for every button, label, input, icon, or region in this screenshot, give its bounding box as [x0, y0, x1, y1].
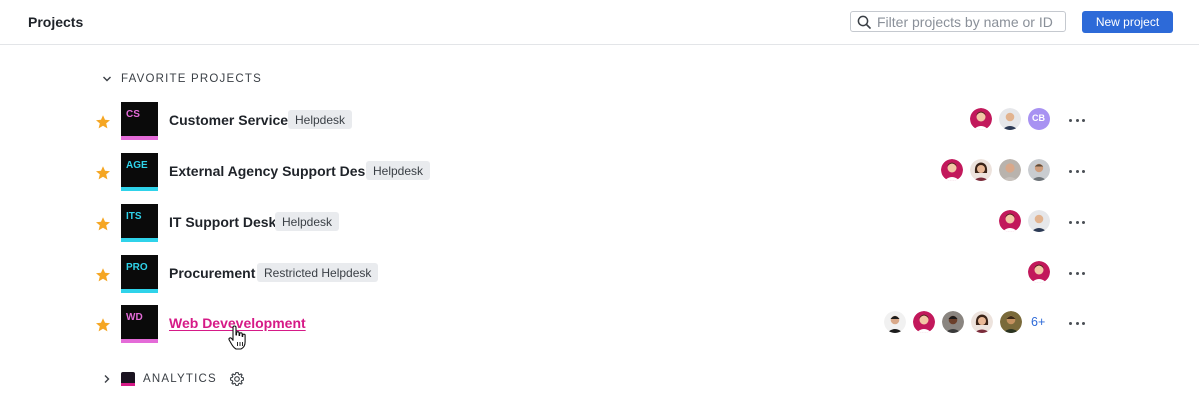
member-avatars — [1021, 261, 1050, 283]
avatar-initials[interactable]: CB — [1028, 108, 1050, 130]
project-name[interactable]: Customer Service — [169, 112, 288, 128]
project-type-tag: Helpdesk — [275, 212, 340, 231]
more-options-icon[interactable] — [1069, 319, 1085, 327]
avatar[interactable] — [999, 210, 1021, 232]
avatar-initials-text: CB — [1032, 113, 1045, 123]
project-icon-bar — [121, 289, 158, 293]
avatar[interactable] — [1028, 261, 1050, 283]
project-row[interactable]: PRO Procurement Restricted Helpdesk — [94, 255, 1094, 295]
more-options-icon[interactable] — [1069, 269, 1085, 277]
project-abbr: PRO — [126, 262, 148, 273]
avatar[interactable] — [999, 159, 1021, 181]
member-avatars: CB — [963, 108, 1050, 130]
star-icon[interactable] — [95, 114, 111, 130]
hand-pointer-cursor-icon — [228, 325, 246, 350]
avatar[interactable] — [971, 311, 993, 333]
favorites-section-toggle[interactable]: FAVORITE PROJECTS — [101, 73, 262, 85]
member-avatars — [992, 210, 1050, 232]
favorites-section-label: FAVORITE PROJECTS — [121, 73, 262, 85]
project-abbr: AGE — [126, 160, 148, 171]
project-icon: AGE — [121, 153, 158, 191]
chevron-right-icon — [101, 373, 113, 385]
project-row[interactable]: ITS IT Support Desk Helpdesk — [94, 204, 1094, 244]
chevron-down-icon — [101, 73, 113, 85]
project-row[interactable]: CS Customer Service Helpdesk CB — [94, 102, 1094, 142]
project-icon: WD — [121, 305, 158, 343]
star-icon[interactable] — [95, 216, 111, 232]
avatar[interactable] — [970, 108, 992, 130]
project-icon: PRO — [121, 255, 158, 293]
project-icon-bar — [121, 238, 158, 242]
gear-icon[interactable] — [229, 371, 245, 387]
star-icon[interactable] — [95, 317, 111, 333]
member-avatars — [934, 159, 1050, 181]
avatar[interactable] — [1000, 311, 1022, 333]
project-abbr: CS — [126, 109, 140, 120]
star-icon[interactable] — [95, 267, 111, 283]
page-title: Projects — [28, 14, 84, 30]
project-icon-bar — [121, 136, 158, 140]
search-box[interactable] — [850, 11, 1066, 32]
project-row[interactable]: AGE External Agency Support Desk Helpdes… — [94, 153, 1094, 193]
project-type-tag: Helpdesk — [288, 110, 353, 129]
project-type-tag: Restricted Helpdesk — [257, 263, 379, 282]
analytics-group-toggle[interactable]: ANALYTICS — [101, 371, 245, 387]
more-options-icon[interactable] — [1069, 167, 1085, 175]
avatar[interactable] — [941, 159, 963, 181]
search-icon — [857, 14, 873, 30]
project-name[interactable]: IT Support Desk — [169, 214, 276, 230]
more-options-icon[interactable] — [1069, 218, 1085, 226]
top-bar: Projects New project — [0, 0, 1199, 45]
avatar[interactable] — [999, 108, 1021, 130]
star-icon[interactable] — [95, 165, 111, 181]
project-type-tag: Helpdesk — [366, 161, 431, 180]
project-name[interactable]: External Agency Support Desk — [169, 163, 373, 179]
new-project-button[interactable]: New project — [1082, 11, 1173, 33]
group-icon — [121, 372, 135, 386]
avatar[interactable] — [942, 311, 964, 333]
project-icon-bar — [121, 339, 158, 343]
project-abbr: WD — [126, 312, 143, 323]
member-avatars: 6+ — [877, 311, 1045, 333]
avatar[interactable] — [1028, 210, 1050, 232]
project-icon: ITS — [121, 204, 158, 242]
avatar[interactable] — [970, 159, 992, 181]
avatar[interactable] — [1028, 159, 1050, 181]
project-icon-bar — [121, 187, 158, 191]
search-input[interactable] — [877, 13, 1057, 30]
project-abbr: ITS — [126, 211, 142, 222]
more-members-count[interactable]: 6+ — [1031, 315, 1045, 329]
avatar[interactable] — [913, 311, 935, 333]
avatar[interactable] — [884, 311, 906, 333]
more-options-icon[interactable] — [1069, 116, 1085, 124]
project-icon: CS — [121, 102, 158, 140]
project-name[interactable]: Procurement — [169, 265, 255, 281]
group-label: ANALYTICS — [143, 373, 217, 385]
